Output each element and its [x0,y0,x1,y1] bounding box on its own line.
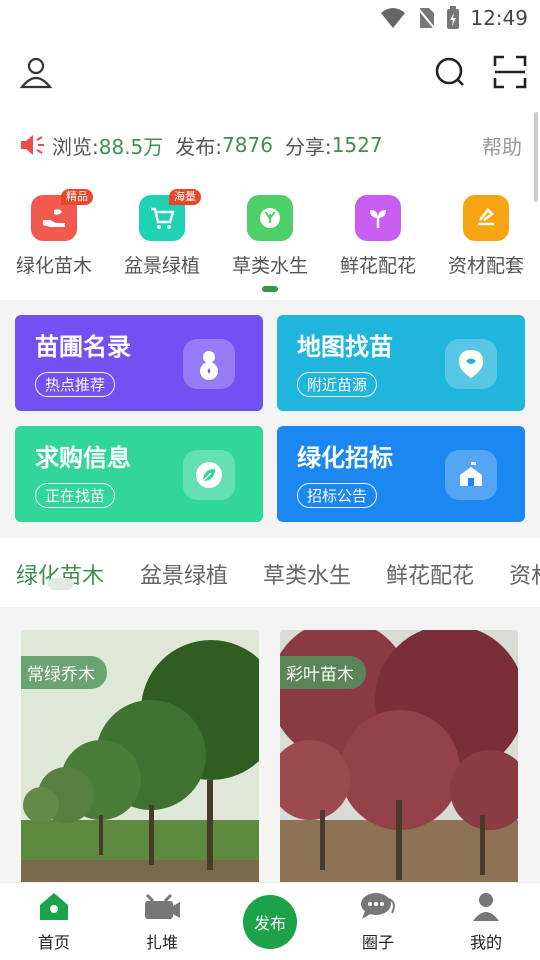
person-icon [473,893,499,921]
grass-icon [247,195,293,241]
category-tabs: 绿化苗木 盆景绿植 草类水生 鲜花配花 资材配套 [0,540,540,608]
share-value: 1527 [331,133,383,157]
publish-value: 7876 [222,133,273,157]
snowman-icon [183,339,235,389]
status-bar: 12:49 [0,0,540,36]
card-subtitle: 招标公告 [297,483,378,508]
no-sim-icon [416,6,437,30]
chat-icon [361,893,395,919]
category-label: 鲜花配花 [339,255,416,277]
card-purchase-info[interactable]: 求购信息 正在找苗 [15,426,263,522]
card-nursery-directory[interactable]: 苗圃名录 热点推荐 [15,315,263,411]
nav-label: 我的 [469,933,502,952]
building-icon [445,450,497,500]
category-badge: 海量 [169,189,201,205]
nav-home[interactable]: 首页 [14,891,94,953]
tab-grass-aquatic[interactable]: 草类水生 [263,558,351,590]
scan-icon[interactable] [492,54,528,90]
cart-icon: 海量 [139,189,201,241]
card-subtitle: 热点推荐 [35,372,116,397]
publish-button[interactable]: 发布 [243,895,297,949]
feature-area: 苗圃名录 热点推荐 地图找苗 附近苗源 求购信息 正在找苗 绿化招标 招标公告 [0,300,540,538]
card-subtitle: 附近苗源 [297,372,378,397]
nav-mine[interactable]: 我的 [446,891,526,953]
nav-pile[interactable]: 扎堆 [122,891,202,953]
scrollbar[interactable] [534,112,538,202]
wifi-icon [381,8,406,28]
nav-label: 扎堆 [145,933,178,952]
category-grid: 精品 绿化苗木 海量 盆景绿植 草类水生 鲜花配花 资材配套 [0,189,540,290]
nav-circle[interactable]: 圈子 [338,891,418,953]
category-bonsai[interactable]: 海量 盆景绿植 [108,189,216,278]
category-badge: 精品 [61,189,93,205]
card-map-search[interactable]: 地图找苗 附近苗源 [277,315,525,411]
tab-flowers[interactable]: 鲜花配花 [386,558,474,590]
tab-indicator [48,578,74,590]
tools-icon [463,195,509,241]
status-time: 12:49 [470,6,528,30]
video-camera-icon [145,893,180,919]
category-label: 绿化苗木 [15,255,92,277]
product-card[interactable]: 彩叶苗木 [280,630,518,890]
bottom-navigation: 首页 扎堆 发布 圈子 我的 [0,882,540,960]
product-tag: 常绿乔木 [21,656,107,689]
battery-icon [447,6,460,29]
card-title: 地图找苗 [297,333,393,361]
card-tender[interactable]: 绿化招标 招标公告 [277,426,525,522]
category-greening-seedlings[interactable]: 精品 绿化苗木 [0,189,108,278]
card-title: 求购信息 [35,444,131,472]
share-label: 分享: [284,134,332,159]
publish-label: 发布: [175,134,223,159]
home-icon [40,893,68,920]
map-pin-icon [445,339,497,389]
category-page-indicator [262,286,278,292]
tab-bonsai[interactable]: 盆景绿植 [140,558,228,590]
category-grass-aquatic[interactable]: 草类水生 [216,190,324,278]
nav-label: 首页 [37,933,70,952]
leaf-icon [183,450,235,500]
nav-label: 圈子 [361,933,394,952]
product-tag: 彩叶苗木 [280,656,366,689]
category-flowers[interactable]: 鲜花配花 [324,190,432,278]
card-title: 绿化招标 [297,444,393,472]
category-label: 资材配套 [447,255,524,277]
category-label: 盆景绿植 [123,255,200,277]
user-icon[interactable] [18,54,54,90]
search-icon[interactable] [432,54,468,90]
stats-bar: 浏览: 88.5万 发布: 7876 分享: 1527 帮助 [18,128,522,162]
speaker-icon [21,135,44,155]
browse-label: 浏览: [52,134,99,159]
sprout-icon [355,195,401,241]
tab-materials[interactable]: 资材配套 [509,558,540,590]
help-link[interactable]: 帮助 [482,131,522,160]
category-materials[interactable]: 资材配套 [432,190,540,278]
seedling-hand-icon: 精品 [31,189,93,241]
product-card[interactable]: 常绿乔木 [21,630,259,890]
card-subtitle: 正在找苗 [35,483,116,508]
top-bar [0,40,540,104]
browse-value: 88.5万 [98,134,164,159]
category-label: 草类水生 [231,255,308,277]
card-title: 苗圃名录 [35,333,131,361]
